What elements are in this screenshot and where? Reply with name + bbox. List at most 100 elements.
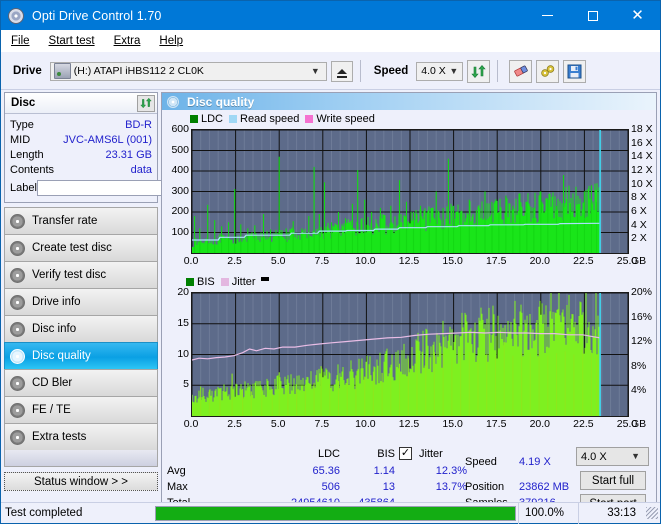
legend-swatch bbox=[190, 115, 198, 123]
disc-contents-label: Contents bbox=[10, 163, 55, 176]
y-axis-tick: 200 bbox=[171, 205, 189, 217]
legend-label: LDC bbox=[201, 113, 224, 125]
y2-axis-tick: 14 X bbox=[631, 150, 653, 163]
test-speed-value: 4.0 X bbox=[581, 450, 607, 463]
menu-item-start-test[interactable]: Start test bbox=[49, 35, 95, 47]
close-icon[interactable]: ✕ bbox=[615, 1, 660, 30]
sidebar-label-disc-info: Disc info bbox=[32, 323, 77, 335]
bis-plot-area[interactable] bbox=[191, 292, 629, 417]
chevron-down-icon: ▼ bbox=[449, 65, 459, 76]
verify-test-disc-icon bbox=[10, 267, 25, 283]
disc-info-box: Disc Type BD-R MID JVC-AMS6L (001) Lengt… bbox=[4, 92, 237, 203]
eject-button[interactable] bbox=[330, 60, 353, 82]
y-axis-tick: 400 bbox=[171, 164, 189, 176]
sidebar-item-cd-bler[interactable]: CD Bler bbox=[4, 369, 158, 396]
speed-select[interactable]: 4.0 X ▼ bbox=[416, 61, 464, 81]
sidebar-label-extra-tests: Extra tests bbox=[32, 431, 87, 443]
sidebar-item-verify-test-disc[interactable]: Verify test disc bbox=[4, 261, 158, 288]
eject-icon bbox=[336, 68, 347, 78]
eraser-icon bbox=[514, 65, 528, 77]
sidebar-item-transfer-rate[interactable]: Transfer rate bbox=[4, 207, 158, 234]
drive-select-value: (H:) ATAPI iHBS112 2 CL0K bbox=[73, 65, 204, 77]
refresh-icon bbox=[140, 97, 152, 109]
disc-row-contents: Contents data bbox=[10, 162, 152, 177]
jitter-label: Jitter bbox=[419, 448, 443, 460]
status-window-label: Status window > > bbox=[34, 475, 128, 488]
sidebar-item-extra-tests[interactable]: Extra tests bbox=[4, 423, 158, 450]
x-axis-tick: 15.0 bbox=[442, 418, 463, 430]
disc-contents-value: data bbox=[130, 163, 152, 176]
jitter-checkbox[interactable]: ✓ bbox=[399, 447, 412, 460]
start-full-button[interactable]: Start full bbox=[580, 471, 646, 490]
disc-mid-label: MID bbox=[10, 133, 31, 146]
sidebar-label-create-test-disc: Create test disc bbox=[32, 242, 112, 254]
y-axis-tick: 100 bbox=[171, 225, 189, 238]
content-area: Disc Type BD-R MID JVC-AMS6L (001) Lengt… bbox=[1, 90, 660, 522]
disc-quality-icon bbox=[167, 95, 179, 108]
elapsed-time: 33:13 bbox=[578, 502, 646, 524]
app-window: Opti Drive Control 1.70 ✕ File Start tes… bbox=[0, 0, 661, 524]
y-axis-tick: 10 bbox=[177, 347, 189, 360]
tools-button[interactable] bbox=[536, 59, 560, 83]
disc-row-mid: MID JVC-AMS6L (001) bbox=[10, 132, 152, 147]
x-axis-tick: 0.0 bbox=[183, 418, 199, 430]
x-axis-tick: 12.5 bbox=[398, 255, 420, 267]
toolbar-divider-1 bbox=[359, 60, 361, 82]
cd-bler-icon bbox=[10, 375, 25, 391]
save-button[interactable] bbox=[563, 59, 587, 83]
y-axis-tick: 600 bbox=[171, 123, 189, 135]
chart-scrub-marker[interactable] bbox=[261, 277, 269, 281]
erase-button[interactable] bbox=[509, 59, 533, 83]
sidebar-item-disc-info[interactable]: Disc info bbox=[4, 315, 158, 342]
maximize-icon[interactable] bbox=[570, 1, 615, 30]
legend-item: Jitter bbox=[220, 276, 256, 288]
drive-select[interactable]: (H:) ATAPI iHBS112 2 CL0K ▼ bbox=[49, 61, 327, 81]
speed-label: Speed bbox=[373, 65, 409, 77]
menu-extra-label: Extra bbox=[113, 35, 141, 47]
status-message: Test completed bbox=[5, 507, 83, 519]
tools-icon bbox=[541, 65, 555, 77]
fe-te-icon bbox=[10, 402, 25, 418]
col-header-bis: BIS bbox=[377, 448, 395, 460]
legend-swatch bbox=[186, 278, 194, 286]
y2-axis-tick: 4 X bbox=[631, 218, 647, 231]
disc-refresh-button[interactable] bbox=[137, 94, 155, 112]
y-axis-tick: 15 bbox=[177, 316, 189, 329]
menu-item-help[interactable]: Help bbox=[159, 35, 183, 47]
speed-select-value: 4.0 X bbox=[421, 65, 446, 77]
test-speed-select[interactable]: 4.0 X ▼ bbox=[576, 447, 649, 466]
disc-type-label: Type bbox=[10, 118, 34, 131]
menu-start-test-label: Start test bbox=[48, 35, 95, 47]
app-disc-icon bbox=[8, 7, 24, 24]
row-label-avg: Avg bbox=[167, 465, 186, 477]
x-axis-tick: 12.5 bbox=[398, 418, 420, 430]
avg-ldc-value: 65.36 bbox=[312, 465, 340, 477]
disc-quality-panel: Disc quality LDC Read speed Write speed 100… bbox=[161, 92, 657, 516]
minimize-icon[interactable] bbox=[525, 1, 570, 30]
toolbar: Drive (H:) ATAPI iHBS112 2 CL0K ▼ Speed … bbox=[1, 53, 660, 90]
sidebar-item-disc-quality[interactable]: Disc quality bbox=[4, 342, 158, 369]
resize-grip[interactable] bbox=[646, 507, 658, 519]
status-window-button[interactable]: Status window > > bbox=[4, 472, 158, 491]
max-ldc-value: 506 bbox=[321, 481, 340, 493]
ldc-plot-area[interactable] bbox=[191, 129, 629, 254]
row-label-max: Max bbox=[167, 481, 188, 493]
refresh-button[interactable] bbox=[467, 59, 491, 83]
max-bis-value: 13 bbox=[382, 481, 395, 493]
sidebar-item-fe-te[interactable]: FE / TE bbox=[4, 396, 158, 423]
position-value: 23862 MB bbox=[519, 481, 570, 493]
menu-item-extra[interactable]: Extra bbox=[114, 35, 141, 47]
sidebar-item-drive-info[interactable]: Drive info bbox=[4, 288, 158, 315]
disc-info-body: Type BD-R MID JVC-AMS6L (001) Length 23.… bbox=[5, 114, 237, 202]
title-bar: Opti Drive Control 1.70 ✕ bbox=[1, 1, 660, 30]
x-axis-tick: 22.5 bbox=[573, 255, 594, 267]
x-axis-tick: 7.5 bbox=[314, 418, 330, 430]
sidebar-item-create-test-disc[interactable]: Create test disc bbox=[4, 234, 158, 261]
y2-axis-tick: 18 X bbox=[631, 123, 653, 135]
y2-axis-tick: 16% bbox=[631, 310, 653, 323]
x-axis-tick: 5.0 bbox=[270, 418, 286, 430]
legend-item: Write speed bbox=[305, 113, 375, 125]
menu-item-file[interactable]: File bbox=[11, 35, 30, 47]
legend-item: LDC bbox=[190, 113, 223, 125]
legend-item: Read speed bbox=[229, 113, 299, 125]
